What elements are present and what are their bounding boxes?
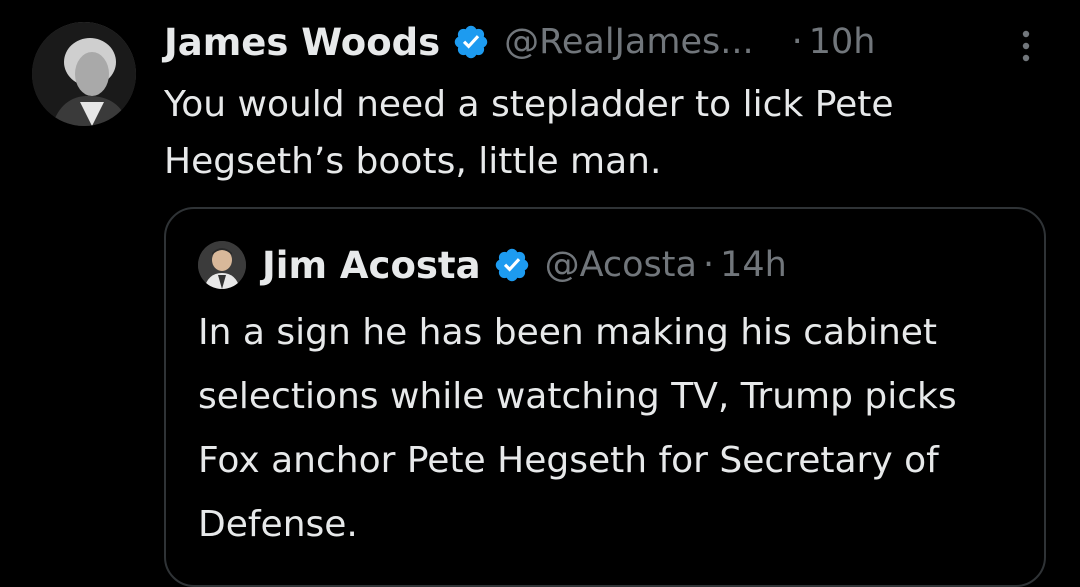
verified-badge-icon bbox=[493, 246, 531, 284]
quoted-tweet-text: In a sign he has been making his cabinet… bbox=[198, 312, 957, 545]
quoted-author-name[interactable]: Jim Acosta bbox=[262, 244, 481, 287]
verified-badge-icon bbox=[452, 23, 490, 61]
separator-dot: · bbox=[791, 22, 803, 62]
author-handle[interactable]: @RealJames... bbox=[504, 22, 753, 62]
more-options-icon[interactable] bbox=[1012, 26, 1040, 66]
tweet-header: James Woods @RealJames... · 10h bbox=[164, 14, 875, 70]
author-avatar[interactable] bbox=[32, 22, 136, 126]
quoted-timestamp[interactable]: 14h bbox=[720, 245, 787, 285]
avatar-photo bbox=[32, 22, 136, 126]
timestamp[interactable]: 10h bbox=[809, 22, 876, 62]
quoted-author-handle[interactable]: @Acosta bbox=[545, 245, 697, 285]
author-name[interactable]: James Woods bbox=[164, 21, 440, 64]
separator-dot: · bbox=[702, 245, 715, 285]
tweet-text: You would need a stepladder to lick Pete… bbox=[164, 84, 894, 182]
quoted-author-avatar bbox=[198, 241, 246, 289]
quoted-tweet-card[interactable]: Jim Acosta @Acosta · 14h In a sign he ha… bbox=[164, 207, 1046, 587]
quoted-tweet-header: Jim Acosta @Acosta · 14h bbox=[198, 235, 787, 295]
